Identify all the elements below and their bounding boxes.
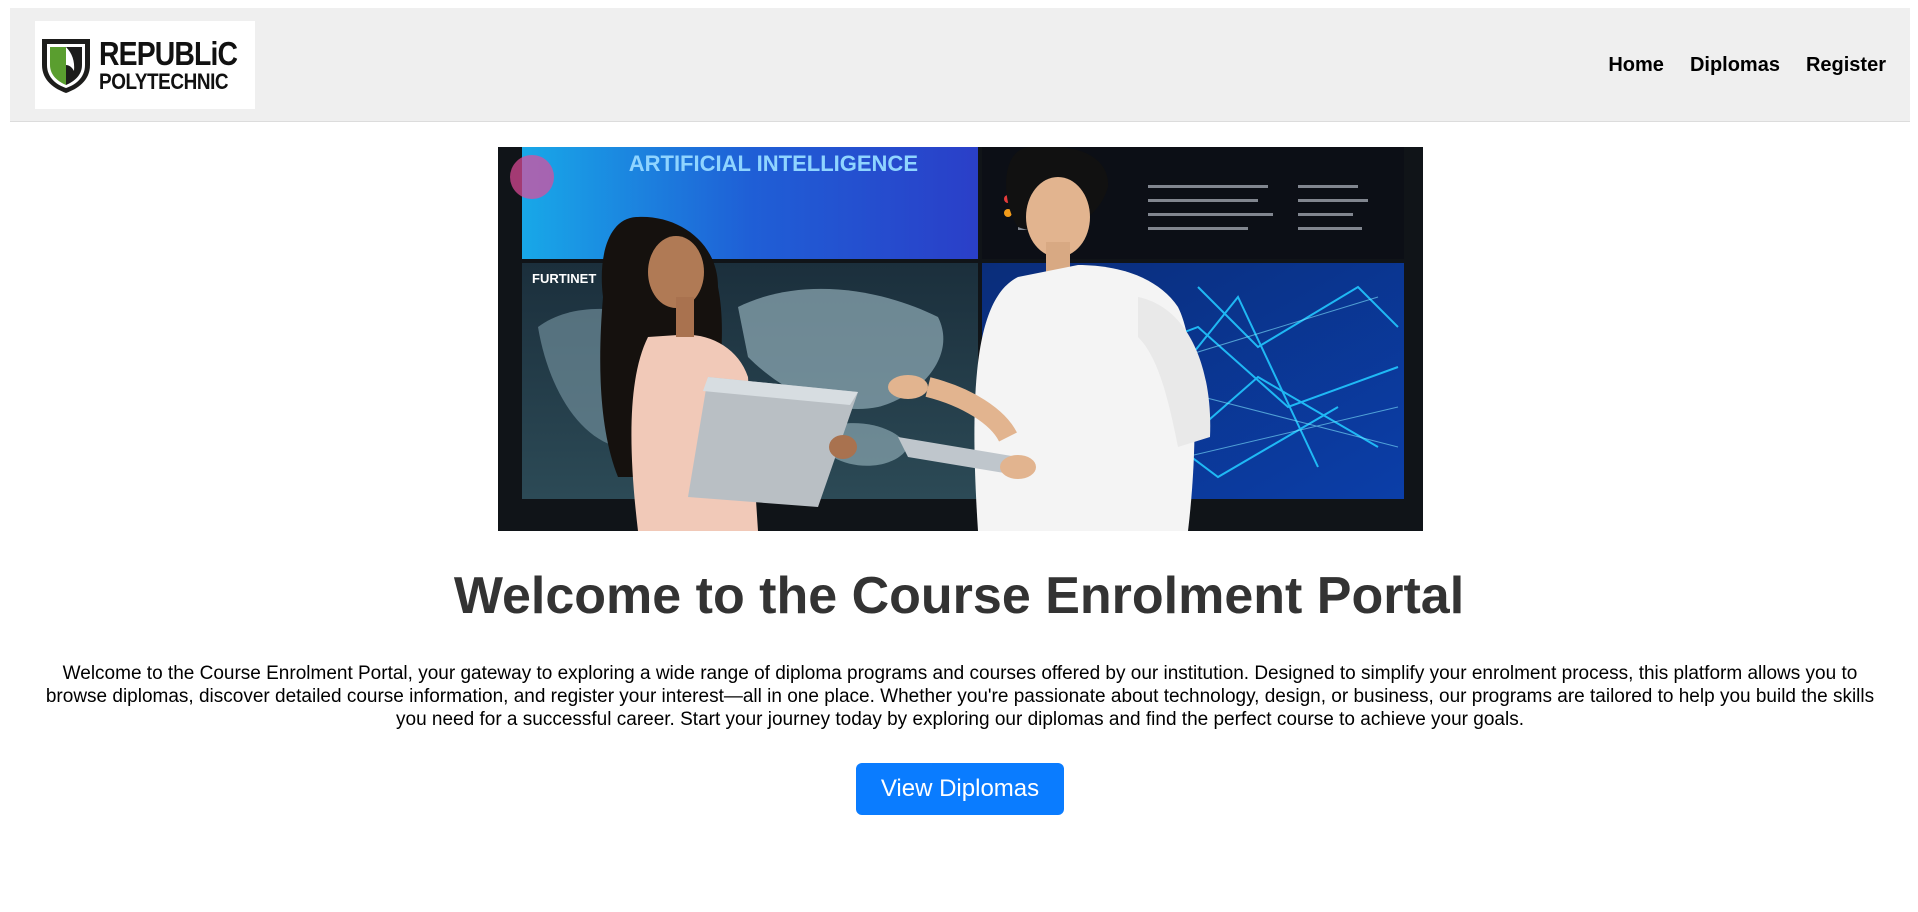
nav-home-link[interactable]: Home <box>1608 54 1664 77</box>
logo-wordmark-line2: POLYTECHNIC <box>99 69 229 94</box>
main-nav: Home Diplomas Register <box>1608 8 1886 122</box>
shield-logo-icon <box>42 39 90 93</box>
hero-illustration: ARTIFICIAL INTELLIGENCE FURTINET <box>498 147 1423 531</box>
logo-wordmark-line1: REPUBLiC <box>99 35 238 72</box>
hero-screen-title: ARTIFICIAL INTELLIGENCE <box>629 151 918 176</box>
hero-screen-brand: FURTINET <box>532 271 596 286</box>
logo-text: REPUBLiC POLYTECHNIC <box>99 37 260 93</box>
site-header: REPUBLiC POLYTECHNIC Home Diplomas Regis… <box>10 8 1910 122</box>
intro-paragraph: Welcome to the Course Enrolment Portal, … <box>45 663 1875 730</box>
view-diplomas-button[interactable]: View Diplomas <box>856 763 1064 815</box>
nav-diplomas-link[interactable]: Diplomas <box>1690 54 1780 77</box>
republic-polytechnic-logo[interactable]: REPUBLiC POLYTECHNIC <box>35 21 255 109</box>
nav-register-link[interactable]: Register <box>1806 54 1886 77</box>
page-title: Welcome to the Course Enrolment Portal <box>453 567 1465 625</box>
hero-image: ARTIFICIAL INTELLIGENCE FURTINET <box>498 147 1423 531</box>
page: REPUBLiC POLYTECHNIC Home Diplomas Regis… <box>0 0 1918 912</box>
